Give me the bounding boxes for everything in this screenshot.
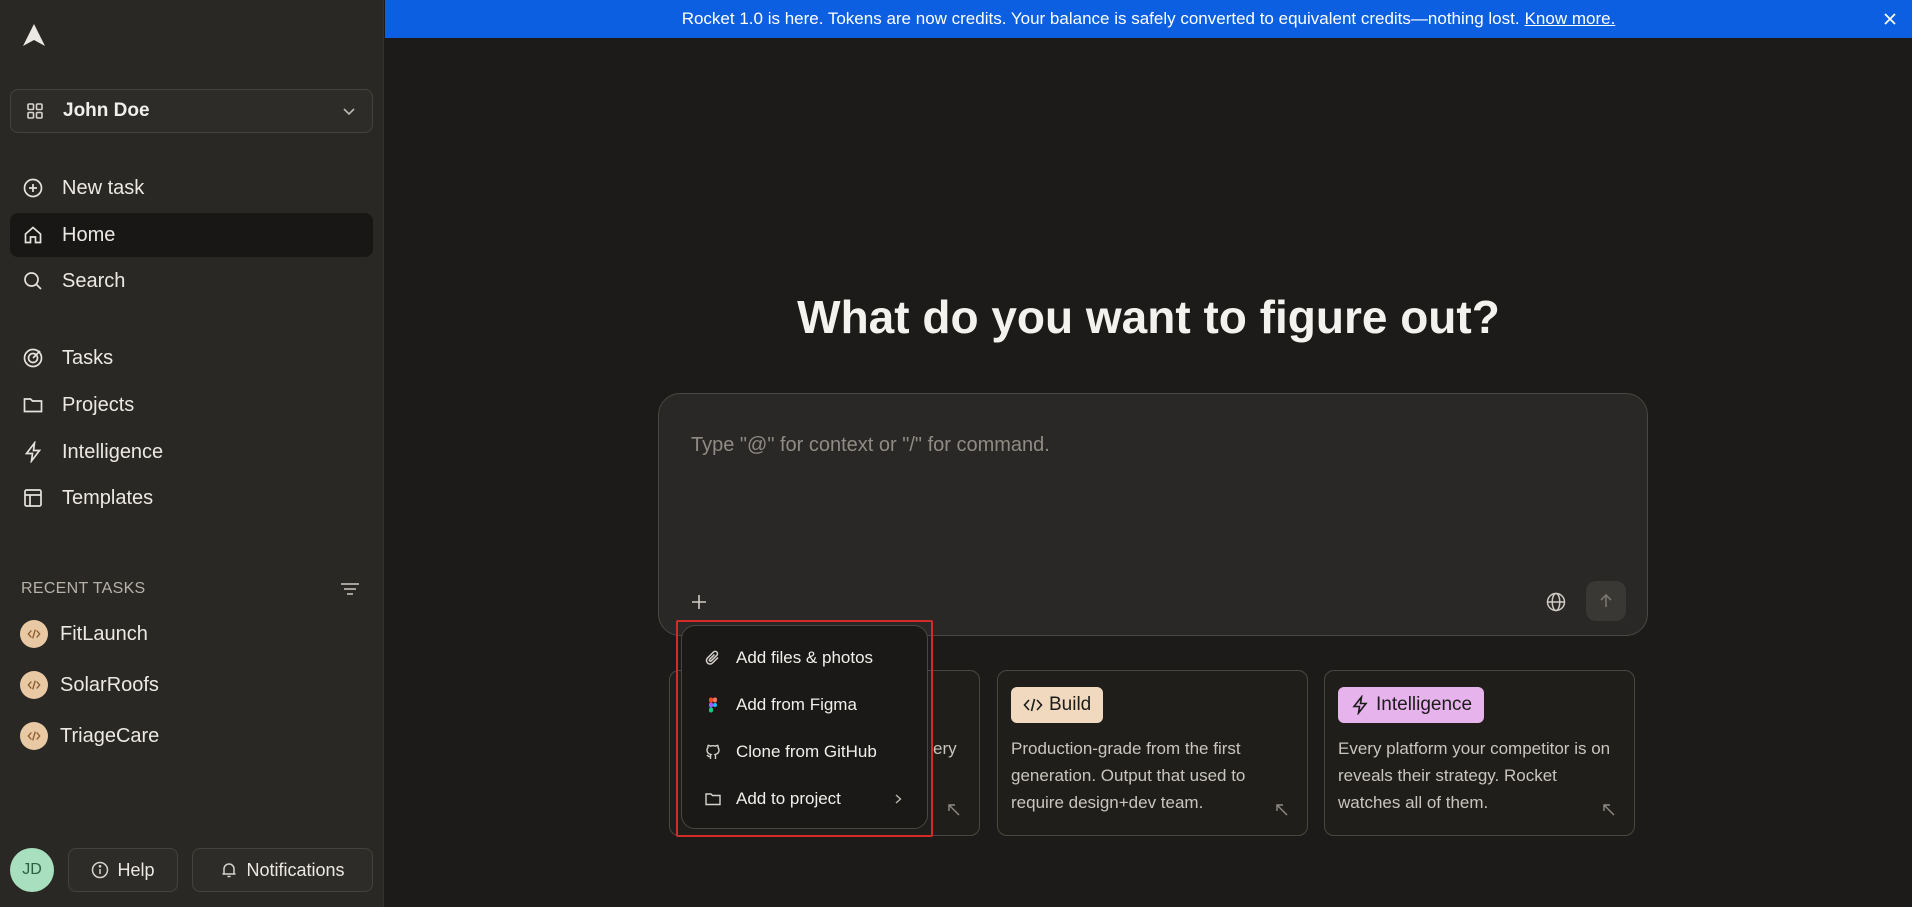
build-tag: Build — [1011, 687, 1104, 723]
nav-search[interactable]: Search — [10, 259, 373, 303]
search-icon — [22, 270, 44, 292]
nav-label: Projects — [62, 393, 135, 416]
nav-label: Tasks — [62, 346, 114, 369]
intelligence-tag: Intelligence — [1338, 687, 1485, 723]
card-description: Production-grade from the first generati… — [1011, 739, 1246, 812]
plus-circle-icon — [22, 177, 44, 199]
nav-home[interactable]: Home — [10, 213, 373, 257]
nav-templates[interactable]: Templates — [10, 476, 373, 520]
chevron-right-icon — [891, 792, 905, 806]
chevron-down-icon — [340, 102, 358, 120]
banner-know-more-link[interactable]: Know more. — [1525, 9, 1616, 29]
nav-label: Search — [62, 269, 126, 292]
lightning-icon — [22, 441, 44, 463]
nav-label: Intelligence — [62, 440, 164, 463]
nav-tasks[interactable]: Tasks — [10, 336, 373, 380]
nav-label: Templates — [62, 486, 154, 509]
figma-icon — [704, 696, 722, 714]
rocket-logo-icon[interactable] — [20, 22, 48, 50]
recent-tasks-header: RECENT TASKS — [21, 578, 361, 600]
nav-new-task[interactable]: New task — [10, 166, 373, 210]
menu-clone-github[interactable]: Clone from GitHub — [682, 728, 927, 775]
sidebar: John Doe New task Home Search Tasks Proj… — [0, 0, 384, 907]
menu-label: Add from Figma — [736, 694, 857, 714]
prompt-input[interactable] — [691, 434, 1611, 534]
menu-add-files[interactable]: Add files & photos — [682, 634, 927, 681]
arrow-up-left-icon — [947, 803, 961, 817]
announcement-banner: Rocket 1.0 is here. Tokens are now credi… — [385, 0, 1912, 38]
intelligence-tag-label: Intelligence — [1376, 694, 1473, 715]
nav-intelligence[interactable]: Intelligence — [10, 430, 373, 474]
arrow-up-icon — [1600, 593, 1612, 607]
folder-icon — [22, 394, 44, 416]
send-button[interactable] — [1586, 581, 1626, 621]
nav-projects[interactable]: Projects — [10, 383, 373, 427]
filter-icon[interactable] — [339, 578, 361, 600]
nav-label: New task — [62, 176, 145, 199]
build-tag-label: Build — [1049, 694, 1092, 715]
recent-task-item[interactable]: SolarRoofs — [20, 668, 360, 702]
recent-tasks-title: RECENT TASKS — [21, 580, 146, 597]
bell-icon — [220, 861, 238, 879]
folder-icon — [704, 790, 722, 808]
prompt-composer — [658, 393, 1648, 636]
recent-task-item[interactable]: TriageCare — [20, 719, 360, 753]
help-label: Help — [117, 859, 155, 880]
close-icon[interactable] — [1880, 9, 1900, 29]
notifications-label: Notifications — [246, 859, 345, 880]
menu-add-to-project[interactable]: Add to project — [682, 775, 927, 822]
home-icon — [22, 224, 44, 246]
build-card[interactable]: Build Production-grade from the first ge… — [997, 670, 1308, 836]
arrow-up-left-icon — [1602, 803, 1616, 817]
globe-icon[interactable] — [1545, 591, 1567, 613]
arrow-up-left-icon — [1275, 803, 1289, 817]
recent-task-label: FitLaunch — [60, 622, 148, 645]
card-description: Every platform your competitor is on rev… — [1338, 739, 1611, 812]
recent-task-label: TriageCare — [60, 724, 160, 747]
code-icon — [20, 620, 48, 648]
code-icon — [1023, 695, 1043, 715]
attach-menu: Add files & photos Add from Figma Clone … — [681, 625, 928, 829]
help-button[interactable]: Help — [68, 848, 178, 892]
workspace-switcher[interactable]: John Doe — [10, 89, 373, 133]
code-icon — [20, 722, 48, 750]
menu-label: Add to project — [736, 788, 841, 808]
layout-icon — [22, 487, 44, 509]
menu-label: Clone from GitHub — [736, 741, 877, 761]
workspace-name: John Doe — [63, 100, 150, 121]
lightning-icon — [1350, 695, 1370, 715]
nav-label: Home — [62, 223, 116, 246]
grid-icon — [25, 101, 45, 121]
avatar[interactable]: JD — [10, 848, 54, 892]
info-icon — [91, 861, 109, 879]
code-icon — [20, 671, 48, 699]
paperclip-icon — [704, 649, 722, 667]
banner-text: Rocket 1.0 is here. Tokens are now credi… — [681, 9, 1520, 28]
github-icon — [704, 743, 722, 761]
page-title: What do you want to figure out? — [797, 291, 1500, 343]
recent-task-label: SolarRoofs — [60, 673, 159, 696]
target-icon — [22, 347, 44, 369]
menu-label: Add files & photos — [736, 647, 874, 667]
intelligence-card[interactable]: Intelligence Every platform your competi… — [1324, 670, 1635, 836]
notifications-button[interactable]: Notifications — [192, 848, 373, 892]
recent-task-item[interactable]: FitLaunch — [20, 617, 360, 651]
menu-add-from-figma[interactable]: Add from Figma — [682, 681, 927, 728]
plus-icon[interactable] — [687, 590, 711, 614]
